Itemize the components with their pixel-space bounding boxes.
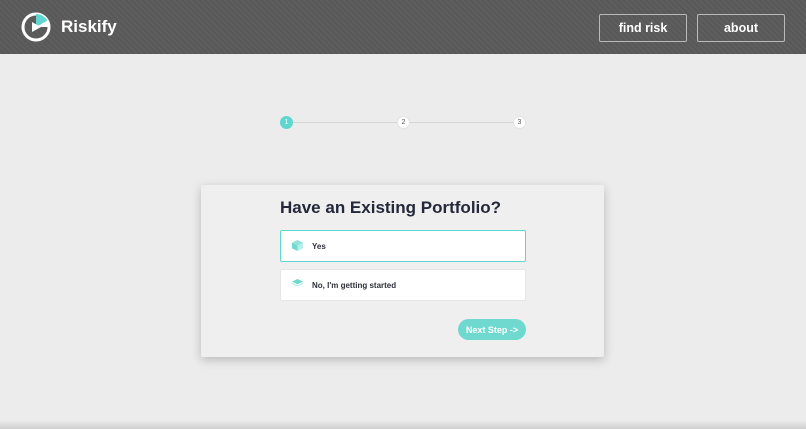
option-no-label: No, I'm getting started (312, 280, 397, 290)
nav-about-button[interactable]: about (697, 14, 785, 42)
step-3: 3 (513, 116, 526, 129)
step-2: 2 (397, 116, 410, 129)
layers-icon (291, 279, 304, 287)
brand[interactable]: Riskify (21, 11, 117, 43)
step-connector (410, 122, 513, 123)
option-yes[interactable]: Yes (280, 230, 526, 262)
riskify-logo-icon (21, 12, 51, 42)
question-title: Have an Existing Portfolio? (280, 198, 502, 217)
step-connector (293, 122, 397, 123)
top-navbar: Riskify find risk about (0, 0, 806, 54)
cube-icon (292, 240, 303, 251)
nav-find-risk-button[interactable]: find risk (599, 14, 687, 42)
next-step-button[interactable]: Next Step -> (458, 319, 526, 340)
option-no[interactable]: No, I'm getting started (280, 269, 526, 301)
bottom-edge-shadow (0, 420, 806, 429)
portfolio-question-card: Have an Existing Portfolio? Yes No, I'm … (201, 185, 604, 357)
progress-stepper: 1 2 3 (280, 116, 526, 130)
step-1: 1 (280, 116, 293, 129)
option-yes-label: Yes (312, 241, 326, 251)
brand-name: Riskify (61, 17, 117, 36)
